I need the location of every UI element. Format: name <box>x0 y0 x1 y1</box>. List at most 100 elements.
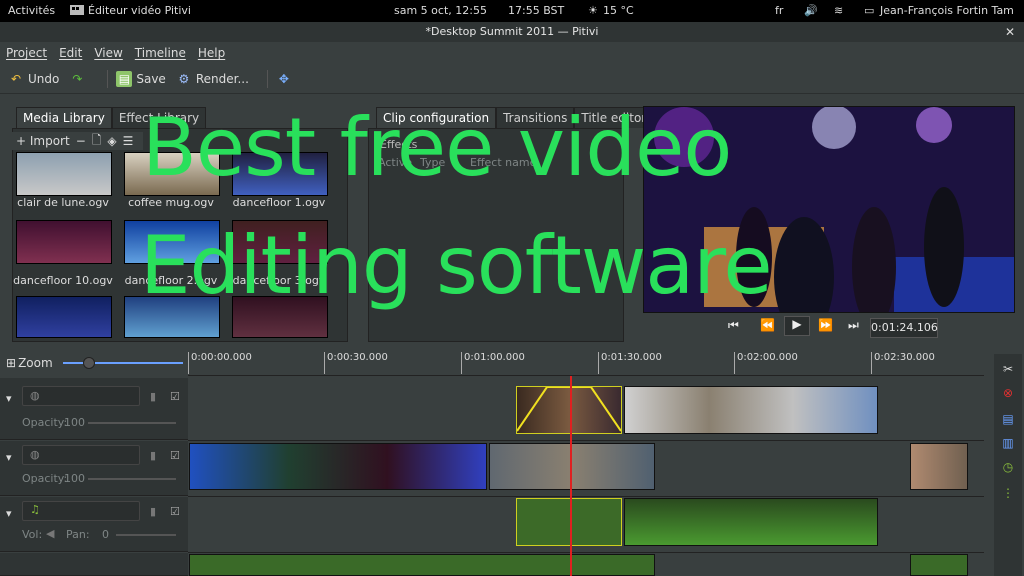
remove-icon[interactable]: − <box>76 134 86 148</box>
audio-clip[interactable] <box>910 554 968 576</box>
forward-icon[interactable]: ⏩ <box>818 318 833 332</box>
opacity-label: Opacity: <box>22 472 68 485</box>
opacity-value: 100 <box>64 472 85 485</box>
wifi-icon[interactable]: ≋ <box>834 4 843 17</box>
timeline-clip-transition[interactable] <box>516 386 622 434</box>
track-header-video-2: ▾ ◍ ▮ ☑ Opacity: 100 <box>0 441 188 496</box>
lock-icon[interactable]: ▮ <box>150 390 156 403</box>
pan-label: Pan: <box>66 528 90 541</box>
clock[interactable]: sam 5 oct, 12:55 <box>394 4 487 17</box>
audio-clip[interactable] <box>516 498 622 546</box>
import-button[interactable]: + Import <box>16 134 70 148</box>
expand-icon[interactable]: ▾ <box>6 507 12 520</box>
zoom-control: ⊞ Zoom <box>6 356 183 370</box>
timeline-clip[interactable] <box>910 443 968 490</box>
keyframe-icon[interactable]: ◷ <box>998 458 1018 476</box>
audio-clip[interactable] <box>624 498 878 546</box>
user-menu[interactable]: Jean-François Fortin Tam <box>880 4 1014 17</box>
lock-icon[interactable]: ▮ <box>150 505 156 518</box>
video-track-icon: ◍ <box>30 448 40 461</box>
vol-label: Vol: <box>22 528 43 541</box>
group-icon[interactable]: ▤ <box>998 410 1018 428</box>
window-titlebar: *Desktop Summit 2011 — Pitivi ✕ <box>0 22 1024 42</box>
track-header-video-1: ▾ ◍ ▮ ☑ Opacity: 100 <box>0 378 188 440</box>
align-icon[interactable]: ⋮ <box>998 484 1018 502</box>
menu-view[interactable]: View <box>94 46 122 60</box>
timeline-clip[interactable] <box>489 443 655 490</box>
app-menu-icon[interactable] <box>70 4 84 19</box>
mute-checkbox[interactable]: ☑ <box>170 505 180 518</box>
timeline-ruler[interactable]: 0:00:00.000 0:00:30.000 0:01:00.000 0:01… <box>188 350 984 376</box>
media-label: dancefloor 1.ogv <box>232 196 326 209</box>
timeline-clip[interactable] <box>624 386 878 434</box>
visibility-checkbox[interactable]: ☑ <box>170 390 180 403</box>
split-icon[interactable]: ✂ <box>998 360 1018 378</box>
pan-value: 0 <box>102 528 109 541</box>
transition-keyframe-curve <box>516 386 622 432</box>
timecode-display[interactable]: 0:01:24.106 <box>870 318 938 338</box>
media-label: coffee mug.ogv <box>128 196 214 209</box>
opacity-slider[interactable] <box>88 422 176 424</box>
menu-help[interactable]: Help <box>198 46 225 60</box>
opacity-slider[interactable] <box>88 478 176 480</box>
language-indicator[interactable]: fr <box>775 4 783 17</box>
zoom-slider[interactable] <box>62 357 183 369</box>
menu-edit[interactable]: Edit <box>59 46 82 60</box>
preview-icon[interactable]: ◈ <box>107 134 116 148</box>
media-thumb[interactable] <box>16 152 112 196</box>
list-view-icon[interactable]: ☰ <box>123 134 134 148</box>
clip-props-icon[interactable]: 🗋 <box>92 131 102 152</box>
redo-icon: ↷ <box>72 71 83 86</box>
audio-track-icon: ♫ <box>30 503 40 516</box>
save-button[interactable]: ▤ Save <box>116 70 166 87</box>
volume-icon[interactable]: ◀ <box>46 527 54 540</box>
window-title: *Desktop Summit 2011 — Pitivi <box>425 25 599 38</box>
ruler-label: 0:01:00.000 <box>461 352 525 374</box>
pan-slider[interactable] <box>116 534 176 536</box>
track-header-audio: ▾ ♫ ▮ ☑ Vol: ◀ Pan: 0 <box>0 497 188 552</box>
save-icon: ▤ <box>116 70 133 87</box>
overlay-title-line-2: Editing software <box>140 219 773 312</box>
render-icon: ⚙ <box>178 71 190 86</box>
render-label: Render... <box>195 71 249 86</box>
app-name[interactable]: Éditeur vidéo Pitivi <box>88 4 191 17</box>
play-icon[interactable]: ▶ <box>784 316 810 336</box>
zoom-handle[interactable] <box>82 357 95 369</box>
lock-icon[interactable]: ▮ <box>150 449 156 462</box>
ungroup-icon[interactable]: ▥ <box>998 434 1018 452</box>
expand-icon[interactable]: ▾ <box>6 392 12 405</box>
delete-icon[interactable]: ⊗ <box>998 384 1018 402</box>
toolbar-separator-2 <box>266 69 268 88</box>
redo-button[interactable]: ↷ <box>69 71 89 87</box>
visibility-checkbox[interactable]: ☑ <box>170 449 180 462</box>
menu-timeline[interactable]: Timeline <box>135 46 186 60</box>
fullscreen-button[interactable]: ✥ <box>276 71 296 87</box>
skip-end-icon[interactable]: ⏭ <box>848 318 859 333</box>
fullscreen-icon: ✥ <box>278 71 289 86</box>
gnome-top-bar: Activités Éditeur vidéo Pitivi sam 5 oct… <box>0 0 1024 22</box>
rewind-icon[interactable]: ⏪ <box>760 318 775 332</box>
user-icon: ▭ <box>864 4 875 17</box>
playhead[interactable] <box>570 376 572 576</box>
media-label: dancefloor 10.ogv <box>13 274 113 287</box>
expand-icon[interactable]: ▾ <box>6 451 12 464</box>
lane-divider <box>188 496 984 497</box>
track-name-field[interactable] <box>22 445 140 465</box>
lane-divider <box>188 440 984 441</box>
track-name-field[interactable] <box>22 386 140 406</box>
weather-temp[interactable]: 15 °C <box>603 4 634 17</box>
tab-media-library[interactable]: Media Library <box>16 107 112 128</box>
render-button[interactable]: ⚙ Render... <box>176 71 249 87</box>
undo-button[interactable]: ↶ Undo <box>8 71 59 87</box>
menu-project[interactable]: Project <box>6 46 47 60</box>
activities-button[interactable]: Activités <box>8 4 55 17</box>
media-thumb[interactable] <box>16 220 112 264</box>
media-thumb[interactable] <box>16 296 112 338</box>
volume-icon[interactable]: 🔊 <box>804 4 818 17</box>
skip-start-icon[interactable]: ⏮ <box>728 318 739 333</box>
media-label: clair de lune.ogv <box>17 196 109 209</box>
audio-clip[interactable] <box>189 554 655 576</box>
timeline-clip[interactable] <box>189 443 487 490</box>
video-track-icon: ◍ <box>30 389 40 402</box>
close-icon[interactable]: ✕ <box>1002 24 1018 40</box>
